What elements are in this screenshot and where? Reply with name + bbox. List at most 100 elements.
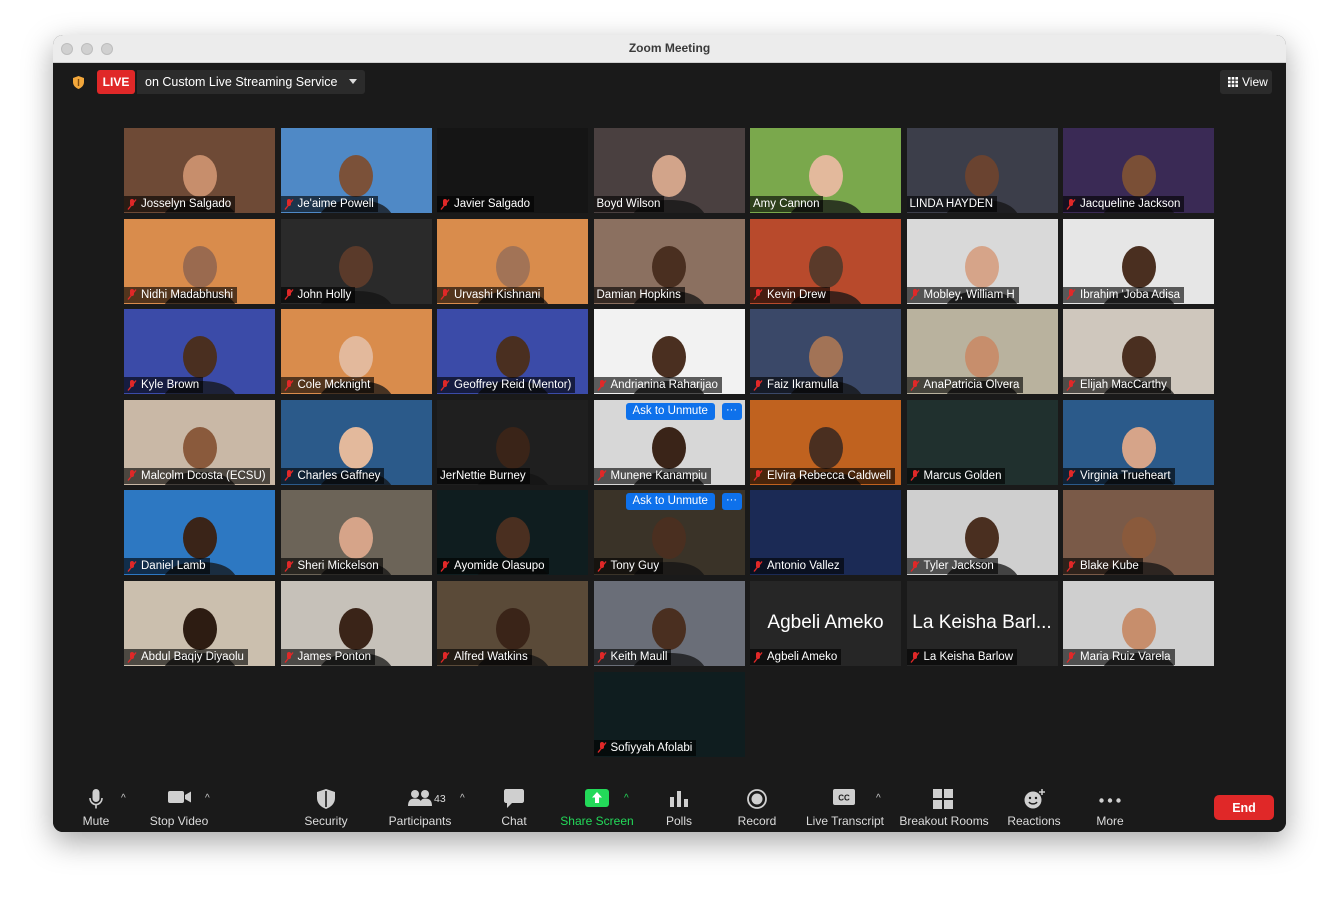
participant-tile[interactable]: James Ponton: [280, 581, 432, 666]
share-screen-button[interactable]: Share Screen: [560, 782, 634, 832]
live-streaming-dropdown[interactable]: on Custom Live Streaming Service: [137, 70, 365, 94]
participant-name-label: Ayomide Olasupo: [437, 558, 549, 575]
view-button[interactable]: View: [1220, 70, 1272, 94]
microphone-muted-icon: [596, 742, 607, 754]
participant-more-options-button[interactable]: ···: [721, 493, 742, 511]
participants-button[interactable]: 43 Participants: [388, 782, 452, 832]
participant-tile[interactable]: Josselyn Salgado: [124, 128, 275, 213]
participant-name: Amy Cannon: [753, 198, 820, 210]
participant-tile[interactable]: La Keisha Barl... La Keisha Barlow: [906, 581, 1058, 666]
participant-tile[interactable]: Ibrahim 'Joba Adisa: [1063, 218, 1214, 304]
participant-tile[interactable]: Marcus Golden: [906, 399, 1058, 485]
participant-tile[interactable]: Sofiyyah Afolabi: [593, 671, 745, 757]
participant-tile[interactable]: Elijah MacCarthy: [1063, 309, 1214, 395]
participant-tile[interactable]: Ayomide Olasupo: [437, 490, 588, 576]
participant-name: Nidhi Madabhushi: [141, 288, 234, 301]
participant-tile[interactable]: Nidhi Madabhushi: [124, 218, 275, 304]
participant-tile[interactable]: Andrianina Raharijao: [593, 309, 745, 395]
participant-tile[interactable]: Munene Kanampiu Ask to Unmute ···: [593, 399, 745, 485]
participant-tile[interactable]: Javier Salgado: [437, 128, 588, 213]
microphone-muted-icon: [283, 198, 294, 210]
participant-tile[interactable]: John Holly: [280, 218, 432, 304]
participant-tile[interactable]: Blake Kube: [1063, 490, 1214, 576]
share-screen-label: Share Screen: [560, 814, 634, 828]
live-transcript-button[interactable]: CC Live Transcript: [805, 782, 885, 832]
participant-name: Tony Guy: [610, 560, 660, 573]
chevron-up-icon[interactable]: ^: [205, 793, 210, 804]
microphone-muted-icon: [1066, 560, 1076, 572]
participant-tile[interactable]: Kyle Brown: [124, 309, 275, 395]
participant-name: Josselyn Salgado: [141, 198, 232, 210]
participant-tile[interactable]: Geoffrey Reid (Mentor): [437, 309, 588, 395]
share-screen-arrow-icon: [585, 789, 609, 807]
participant-name-label: Sofiyyah Afolabi: [593, 739, 697, 756]
participant-tile[interactable]: Damian Hopkins: [593, 218, 745, 304]
participant-tile[interactable]: Mobley, William H: [906, 218, 1058, 304]
participant-tile[interactable]: Tony Guy Ask to Unmute ···: [593, 490, 745, 576]
participant-tile[interactable]: Urvashi Kishnani: [437, 218, 588, 304]
participant-tile[interactable]: Faiz Ikramulla: [750, 309, 901, 395]
participant-tile[interactable]: Daniel Lamb: [124, 490, 275, 576]
closed-caption-icon: CC: [833, 789, 855, 805]
participant-name-label: Marcus Golden: [906, 467, 1006, 484]
breakout-rooms-icon: [933, 789, 953, 809]
participant-name-label: JerNettie Burney: [437, 467, 530, 484]
microphone-muted-icon: [283, 651, 294, 663]
participant-tile[interactable]: Charles Gaffney: [280, 399, 432, 485]
end-meeting-button[interactable]: End: [1214, 795, 1274, 820]
participant-name-label: Tony Guy: [593, 558, 664, 575]
participant-tile[interactable]: JerNettie Burney: [437, 399, 588, 485]
participant-tile[interactable]: Elvira Rebecca Caldwell: [750, 399, 901, 485]
security-button[interactable]: Security: [300, 782, 352, 832]
participant-tile[interactable]: Maria Ruiz Varela: [1063, 581, 1214, 666]
encryption-shield-icon[interactable]: [73, 76, 84, 89]
participant-name: Blake Kube: [1080, 560, 1139, 573]
participant-tile[interactable]: Kevin Drew: [750, 218, 901, 304]
participant-tile[interactable]: Antonio Vallez: [750, 490, 901, 576]
chevron-up-icon[interactable]: ^: [460, 793, 465, 804]
participant-tile[interactable]: Agbeli Ameko Agbeli Ameko: [750, 581, 901, 666]
chevron-up-icon[interactable]: ^: [876, 793, 881, 804]
participant-name-label: Mobley, William H: [906, 286, 1019, 303]
participant-tile[interactable]: Keith Maull: [593, 581, 745, 666]
participant-tile[interactable]: Alfred Watkins: [437, 581, 588, 666]
ask-to-unmute-button[interactable]: Ask to Unmute: [625, 402, 715, 420]
participant-name-label: LINDA HAYDEN: [906, 196, 998, 212]
participant-tile[interactable]: Je'aime Powell: [280, 128, 432, 213]
participant-name: Maria Ruiz Varela: [1080, 651, 1171, 663]
participant-name-label: Josselyn Salgado: [124, 196, 236, 212]
participant-tile[interactable]: Malcolm Dcosta (ECSU): [124, 399, 275, 485]
chevron-up-icon[interactable]: ^: [624, 793, 629, 804]
polls-button[interactable]: Polls: [657, 782, 701, 832]
participant-name-label: John Holly: [280, 286, 356, 303]
participant-display-name: La Keisha Barl...: [912, 612, 1052, 633]
participant-name: Kevin Drew: [767, 288, 826, 301]
reactions-button[interactable]: Reactions: [1007, 782, 1061, 832]
participant-tile[interactable]: Tyler Jackson: [906, 490, 1058, 576]
live-badge[interactable]: LIVE: [97, 70, 135, 94]
participant-tile[interactable]: Amy Cannon: [750, 128, 901, 213]
participant-tile[interactable]: Abdul Baqiy Diyaolu: [124, 581, 275, 666]
participant-name-label: Kevin Drew: [750, 286, 830, 303]
participant-name-label: Malcolm Dcosta (ECSU): [124, 467, 270, 484]
mute-button[interactable]: Mute: [73, 782, 119, 832]
participant-name-label: Maria Ruiz Varela: [1063, 649, 1175, 665]
participant-tile[interactable]: AnaPatricia Olvera: [906, 309, 1058, 395]
chevron-up-icon[interactable]: ^: [121, 793, 126, 804]
participant-tile[interactable]: Virginia Trueheart: [1063, 399, 1214, 485]
participant-tile[interactable]: Cole Mcknight: [280, 309, 432, 395]
breakout-rooms-button[interactable]: Breakout Rooms: [899, 782, 989, 832]
participant-tile[interactable]: Jacqueline Jackson: [1063, 128, 1214, 213]
participant-tile[interactable]: Boyd Wilson: [593, 128, 745, 213]
stop-video-button[interactable]: Stop Video: [148, 782, 210, 832]
participant-name-label: Blake Kube: [1063, 558, 1143, 575]
participant-tile[interactable]: LINDA HAYDEN: [906, 128, 1058, 213]
more-button[interactable]: More: [1090, 782, 1130, 832]
ask-to-unmute-button[interactable]: Ask to Unmute: [625, 493, 715, 511]
chat-button[interactable]: Chat: [493, 782, 535, 832]
microphone-muted-icon: [127, 198, 137, 210]
record-button[interactable]: Record: [733, 782, 781, 832]
participant-tile[interactable]: Sheri Mickelson: [280, 490, 432, 576]
participants-count: 43: [434, 793, 446, 805]
participant-more-options-button[interactable]: ···: [721, 402, 742, 420]
